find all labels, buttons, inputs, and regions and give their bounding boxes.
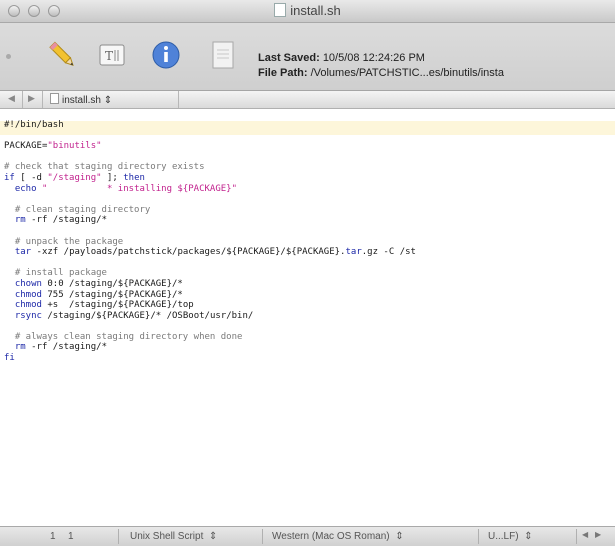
divider [178,91,179,108]
code-line[interactable]: chown 0:0 /staging/${PACKAGE}/* [4,279,416,290]
column-number: 1 [68,531,74,542]
file-path-label: File Path: [258,67,308,79]
code-line[interactable]: # check that staging directory exists [4,162,416,173]
line-number: 1 [50,531,56,542]
file-popup[interactable]: install.sh ⇕ [50,93,112,106]
code-line[interactable] [4,258,416,269]
file-path-row: File Path: /Volumes/PATCHSTIC...es/binut… [258,66,504,81]
document-icon [274,3,287,17]
code-line[interactable]: rsync /staging/${PACKAGE}/* /OSBoot/usr/… [4,311,416,322]
scroll-right-arrow-icon[interactable]: ▶ [595,530,601,539]
divider [262,529,263,544]
last-saved-row: Last Saved: 10/5/08 12:24:26 PM [258,51,504,66]
code-line[interactable] [4,152,416,163]
code-line[interactable]: #!/bin/bash [4,120,416,131]
toolbar: T Last Saved: 10/5/08 12:24:26 PM File P… [0,23,615,91]
last-saved-label: Last Saved: [258,52,320,64]
popup-arrows-icon: ⇕ [208,531,218,542]
code-line[interactable]: fi [4,353,416,364]
info-button[interactable] [148,37,184,73]
code-editor[interactable]: #!/bin/bash PACKAGE="binutils" # check t… [0,109,615,526]
code-line[interactable]: PACKAGE="binutils" [4,141,416,152]
code-text[interactable]: #!/bin/bash PACKAGE="binutils" # check t… [4,120,416,364]
file-path-value: /Volumes/PATCHSTIC...es/binutils/insta [310,67,504,79]
code-line[interactable]: # clean staging directory [4,205,416,216]
editor-window: install.sh T Last Saved: 10/5/08 12:24:2… [0,0,615,546]
code-line[interactable] [4,226,416,237]
encoding-popup[interactable]: Western (Mac OS Roman) ⇕ [272,531,404,542]
code-line[interactable]: rm -rf /staging/* [4,215,416,226]
syntax-popup[interactable]: Unix Shell Script ⇕ [130,531,217,542]
code-line[interactable]: tar -xzf /payloads/patchstick/packages/$… [4,247,416,258]
file-info: Last Saved: 10/5/08 12:24:26 PM File Pat… [258,51,504,81]
divider [576,529,577,544]
pencil-icon [49,41,74,67]
code-line[interactable] [4,194,416,205]
code-line[interactable] [4,131,416,142]
popup-arrows-icon: ⇕ [103,95,113,106]
code-line[interactable]: # install package [4,268,416,279]
info-icon [152,41,180,69]
window-title-text: install.sh [290,3,341,18]
code-line[interactable] [4,321,416,332]
popup-arrows-icon: ⇕ [395,531,404,542]
back-arrow-icon[interactable]: ◀ [8,93,15,104]
divider [42,91,43,108]
window-title: install.sh [0,3,615,18]
code-line[interactable]: if [ -d "/staging" ]; then [4,173,416,184]
popup-arrows-icon: ⇕ [524,531,533,542]
status-bar: 1 1 Unix Shell Script ⇕ Western (Mac OS … [0,526,615,546]
divider [118,529,119,544]
title-bar[interactable]: install.sh [0,0,615,23]
syntax-label: Unix Shell Script [130,531,204,542]
divider [478,529,479,544]
last-saved-value: 10/5/08 12:24:26 PM [322,52,425,64]
document-icon [50,93,59,104]
edit-pencil-button[interactable] [44,37,80,73]
toolbar-handle-icon [6,54,11,59]
text-format-icon: T [99,44,125,66]
navigation-bar: ◀ ▶ install.sh ⇕ [0,91,615,109]
file-popup-label: install.sh [62,95,101,106]
scroll-left-arrow-icon[interactable]: ◀ [582,530,588,539]
code-line[interactable]: rm -rf /staging/* [4,342,416,353]
document-preview-button[interactable] [204,37,240,73]
code-line[interactable]: echo " * installing ${PACKAGE}" [4,184,416,195]
code-line[interactable]: chmod +s /staging/${PACKAGE}/top [4,300,416,311]
encoding-label: Western (Mac OS Roman) [272,531,390,542]
code-line[interactable]: # unpack the package [4,237,416,248]
code-line[interactable]: chmod 755 /staging/${PACKAGE}/* [4,290,416,301]
code-line[interactable]: # always clean staging directory when do… [4,332,416,343]
line-endings-popup[interactable]: U...LF) ⇕ [488,531,533,542]
forward-arrow-icon[interactable]: ▶ [28,93,35,104]
svg-text:T: T [105,49,113,63]
line-endings-label: U...LF) [488,531,519,542]
divider [22,91,23,108]
document-icon [212,41,234,69]
text-format-button[interactable]: T [94,37,130,73]
